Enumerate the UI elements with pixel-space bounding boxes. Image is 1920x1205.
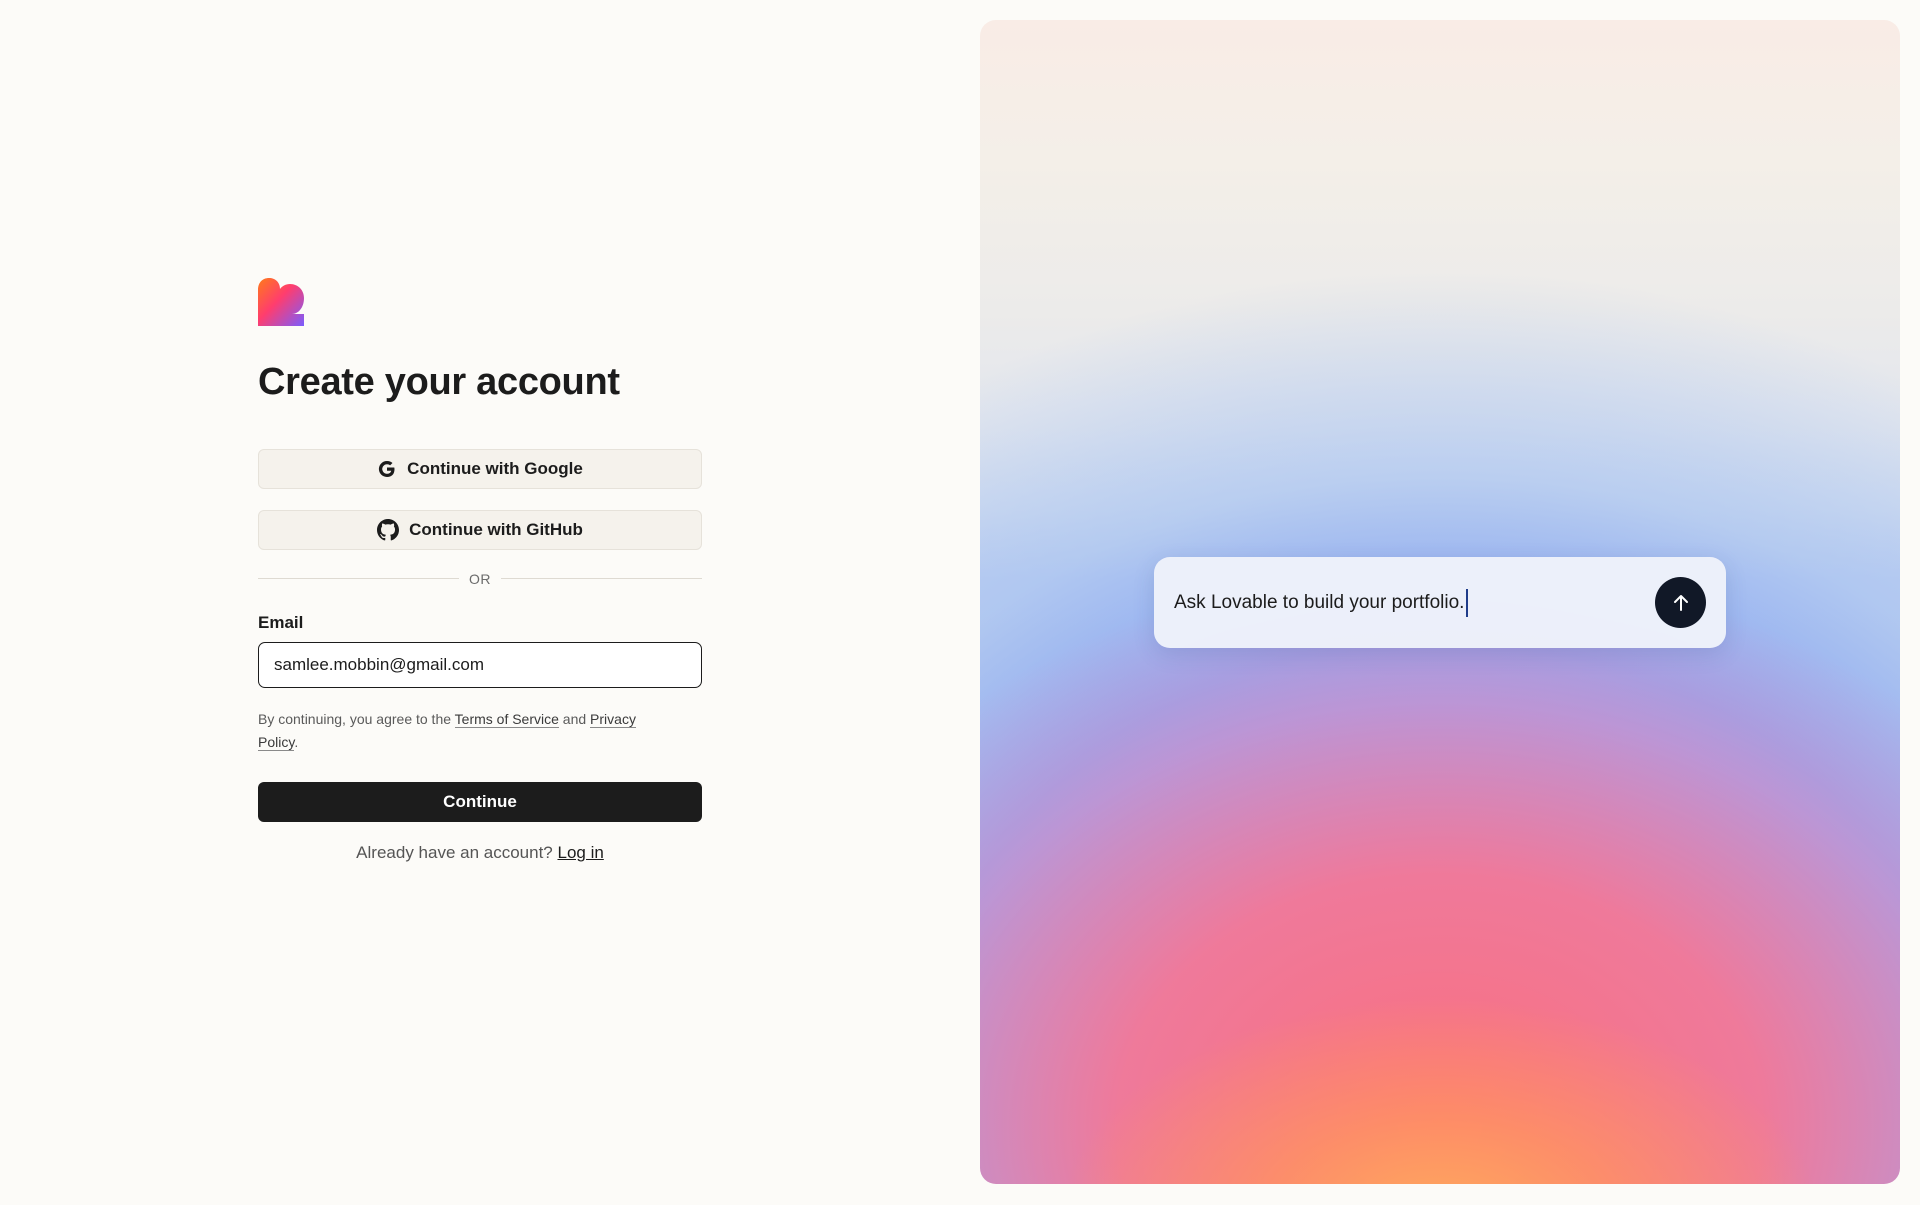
terms-and: and bbox=[558, 710, 591, 727]
google-button-label: Continue with Google bbox=[407, 458, 583, 478]
continue-with-github-button[interactable]: Continue with GitHub bbox=[258, 509, 702, 550]
hero-gradient-panel: Ask Lovable to build your portfolio. bbox=[980, 20, 1900, 1184]
login-prompt: Already have an account? Log in bbox=[258, 843, 702, 863]
continue-button[interactable]: Continue bbox=[258, 781, 702, 822]
login-prompt-text: Already have an account? bbox=[356, 842, 558, 862]
text-caret bbox=[1466, 588, 1469, 617]
terms-of-service-link[interactable]: Terms of Service bbox=[454, 710, 559, 728]
terms-prefix: By continuing, you agree to the bbox=[258, 710, 455, 727]
prompt-text: Ask Lovable to build your portfolio. bbox=[1174, 591, 1465, 613]
send-button[interactable] bbox=[1655, 577, 1706, 628]
terms-notice: By continuing, you agree to the Terms of… bbox=[258, 708, 678, 754]
email-label: Email bbox=[258, 612, 304, 632]
continue-with-google-button[interactable]: Continue with Google bbox=[258, 448, 702, 489]
google-icon bbox=[379, 460, 395, 477]
github-button-label: Continue with GitHub bbox=[409, 519, 583, 539]
signup-panel: Create your account Continue with Google… bbox=[0, 0, 980, 1205]
signup-form: Create your account Continue with Google… bbox=[258, 278, 702, 863]
github-icon bbox=[377, 518, 400, 541]
arrow-up-icon bbox=[1673, 594, 1688, 611]
divider-line-left bbox=[258, 578, 459, 580]
lovable-heart-logo bbox=[258, 278, 304, 326]
email-field[interactable] bbox=[258, 641, 702, 688]
page-title: Create your account bbox=[258, 361, 620, 403]
prompt-box[interactable]: Ask Lovable to build your portfolio. bbox=[1154, 557, 1726, 648]
divider-line-right bbox=[501, 578, 702, 580]
log-in-link[interactable]: Log in bbox=[557, 843, 603, 862]
or-divider: OR bbox=[258, 571, 702, 587]
divider-text: OR bbox=[469, 570, 491, 587]
terms-suffix: . bbox=[294, 733, 299, 750]
